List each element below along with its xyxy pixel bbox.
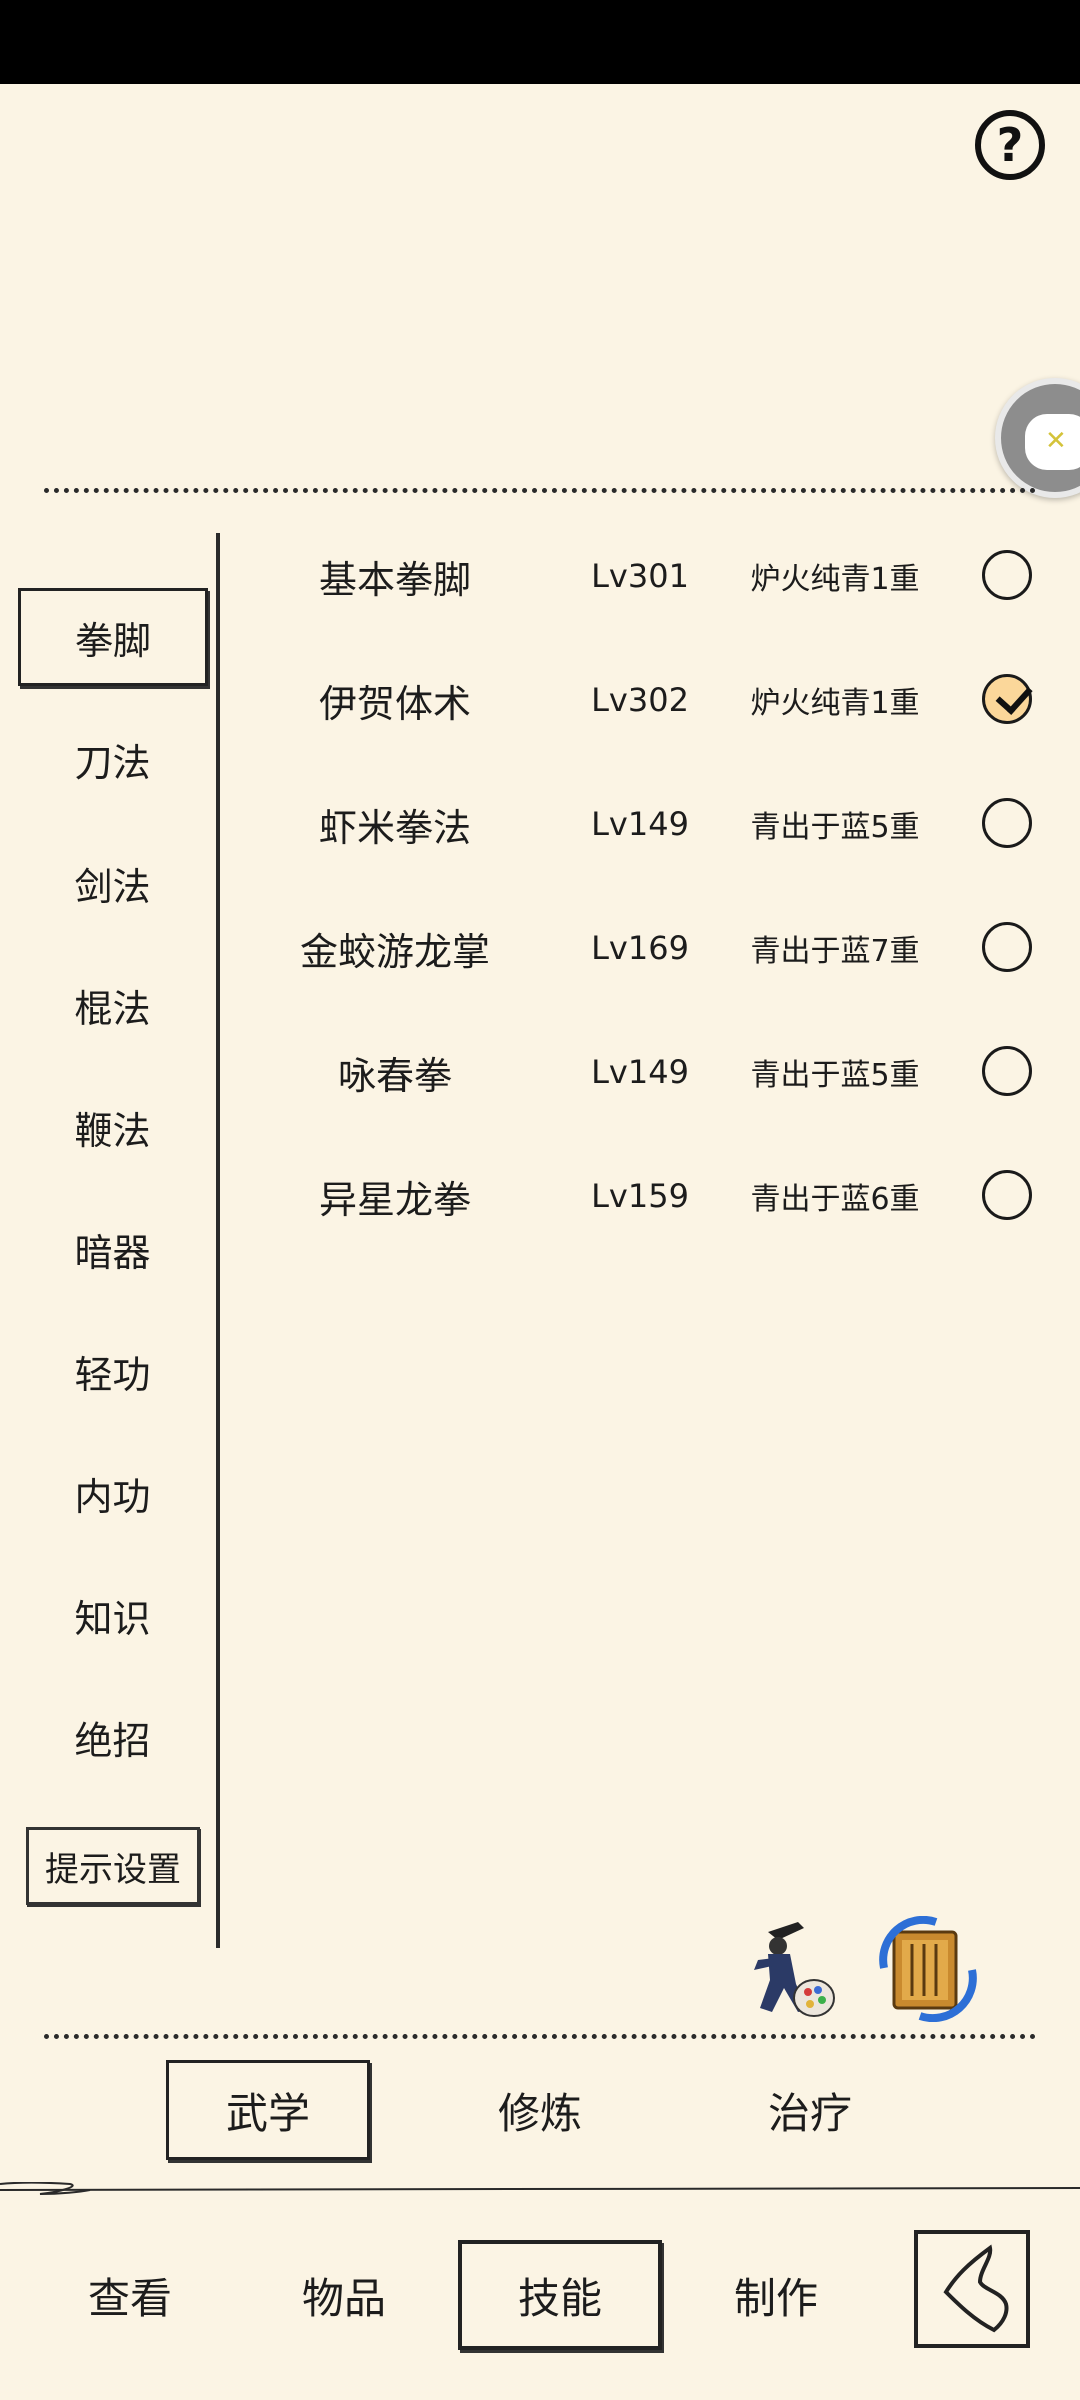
nav-zhizuo[interactable]: 制作 xyxy=(706,2240,846,2350)
skill-realm: 青出于蓝7重 xyxy=(750,934,920,969)
category-daofa[interactable]: 刀法 xyxy=(30,722,195,796)
skill-row[interactable]: 金蛟游龙掌 Lv169 青出于蓝7重 xyxy=(240,908,1040,988)
skill-realm: 青出于蓝5重 xyxy=(750,810,920,845)
status-bar xyxy=(0,0,1080,84)
skill-row[interactable]: 异星龙拳 Lv159 青出于蓝6重 xyxy=(240,1156,1040,1236)
skill-row[interactable]: 咏春拳 Lv149 青出于蓝5重 xyxy=(240,1032,1040,1112)
help-button[interactable]: ? xyxy=(975,110,1045,180)
brush-stroke-divider xyxy=(0,2182,1080,2195)
category-jianfa[interactable]: 剑法 xyxy=(30,846,195,920)
gamepad-pad xyxy=(1025,414,1080,470)
skill-realm: 炉火纯青1重 xyxy=(750,562,920,597)
skill-realm: 青出于蓝5重 xyxy=(750,1058,920,1093)
skill-name: 虾米拳法 xyxy=(318,805,471,850)
top-divider xyxy=(44,488,1036,493)
skill-name: 伊贺体术 xyxy=(318,681,471,726)
skill-row[interactable]: 伊贺体术 Lv302 炉火纯青1重 xyxy=(240,660,1040,740)
skill-checkbox[interactable] xyxy=(982,922,1032,972)
skill-level: Lv149 xyxy=(591,1053,689,1091)
skill-checkbox[interactable] xyxy=(982,798,1032,848)
fighter-palette-icon[interactable] xyxy=(738,1914,838,2024)
skill-name: 金蛟游龙掌 xyxy=(299,929,490,974)
skill-row[interactable]: 基本拳脚 Lv301 炉火纯青1重 xyxy=(240,536,1040,616)
subtab-xiulian[interactable]: 修炼 xyxy=(440,2060,640,2160)
back-button[interactable] xyxy=(914,2230,1030,2348)
gamepad-icon[interactable] xyxy=(995,378,1080,498)
skill-name: 基本拳脚 xyxy=(318,557,471,602)
skill-realm: 炉火纯青1重 xyxy=(750,686,920,721)
skill-row[interactable]: 虾米拳法 Lv149 青出于蓝5重 xyxy=(240,784,1040,864)
skill-level: Lv302 xyxy=(591,681,689,719)
category-juezhao[interactable]: 绝招 xyxy=(30,1700,195,1774)
skill-realm: 青出于蓝6重 xyxy=(750,1182,920,1217)
hint-settings-button[interactable]: 提示设置 xyxy=(26,1827,200,1905)
skill-checkbox-checked[interactable] xyxy=(982,674,1032,724)
category-bianfa[interactable]: 鞭法 xyxy=(30,1090,195,1164)
back-arrow-icon xyxy=(943,2244,1009,2333)
skill-checkbox[interactable] xyxy=(982,1170,1032,1220)
category-anqi[interactable]: 暗器 xyxy=(30,1212,195,1286)
nav-wupin[interactable]: 物品 xyxy=(274,2240,414,2350)
subtab-wuxue[interactable]: 武学 xyxy=(166,2060,370,2160)
skill-level: Lv149 xyxy=(591,805,689,843)
skill-level: Lv301 xyxy=(591,557,689,595)
skill-level: Lv159 xyxy=(591,1177,689,1215)
category-neigong[interactable]: 内功 xyxy=(30,1456,195,1530)
nav-jineng[interactable]: 技能 xyxy=(458,2240,662,2350)
subtab-zhiliao[interactable]: 治疗 xyxy=(710,2060,910,2160)
question-icon: ? xyxy=(996,118,1024,172)
category-quanjiao[interactable]: 拳脚 xyxy=(18,588,208,686)
skill-name: 异星龙拳 xyxy=(318,1177,471,1222)
skill-level: Lv169 xyxy=(591,929,689,967)
bottom-divider xyxy=(44,2034,1036,2039)
scroll-switch-icon[interactable] xyxy=(876,1915,977,2026)
category-gunfa[interactable]: 棍法 xyxy=(30,968,195,1042)
skill-checkbox[interactable] xyxy=(982,550,1032,600)
category-qinggong[interactable]: 轻功 xyxy=(30,1334,195,1408)
nav-chakan[interactable]: 查看 xyxy=(60,2240,200,2350)
category-zhishi[interactable]: 知识 xyxy=(30,1578,195,1652)
skill-checkbox[interactable] xyxy=(982,1046,1032,1096)
category-divider xyxy=(216,533,220,1948)
skill-name: 咏春拳 xyxy=(337,1053,452,1098)
